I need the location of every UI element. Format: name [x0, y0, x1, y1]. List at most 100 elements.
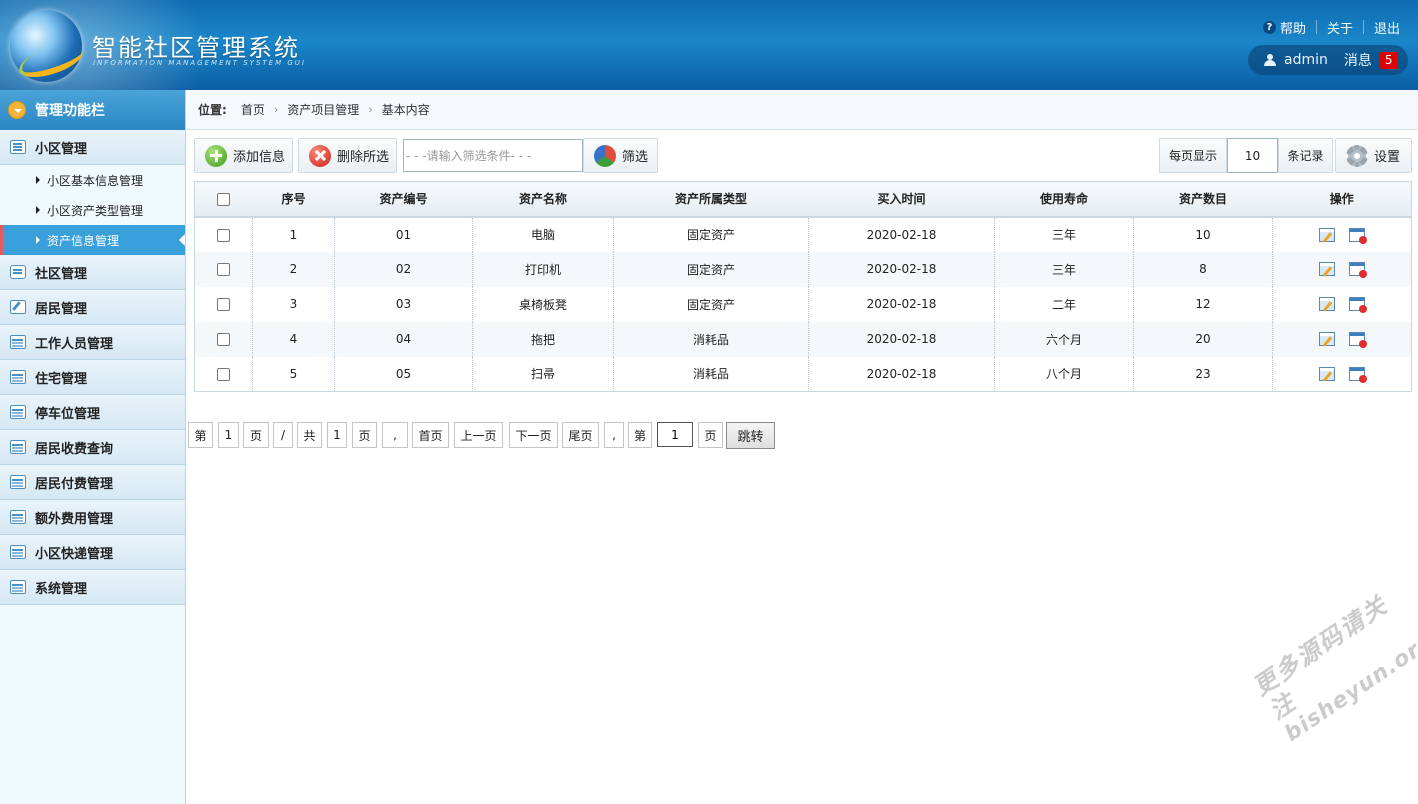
- pager-text: 第: [188, 422, 213, 448]
- row-checkbox[interactable]: [217, 367, 230, 381]
- sidebar-item-express[interactable]: 小区快递管理: [0, 535, 185, 570]
- table-row: 4 04 拖把 消耗品 2020-02-18 六个月 20: [194, 321, 1412, 357]
- first-page-button[interactable]: 首页: [412, 422, 449, 448]
- table-row: 3 03 桌椅板凳 固定资产 2020-02-18 二年 12: [195, 286, 1412, 322]
- row-checkbox[interactable]: [217, 228, 230, 242]
- cell-actions: [1272, 356, 1412, 392]
- row-checkbox[interactable]: [217, 263, 230, 276]
- cell-asset-name: 电脑: [472, 216, 614, 252]
- edit-icon[interactable]: [1319, 332, 1335, 347]
- sidebar-item-parking[interactable]: 停车位管理: [0, 395, 185, 430]
- messages-link[interactable]: 消息: [1344, 50, 1372, 70]
- per-page-label: 每页显示: [1159, 138, 1227, 173]
- chevron-down-icon: [8, 101, 26, 119]
- per-page-input[interactable]: [1227, 138, 1278, 173]
- sidebar-item-residents[interactable]: 居民管理: [0, 290, 185, 325]
- delete-icon[interactable]: [1349, 332, 1367, 349]
- pager-text: 共: [297, 422, 322, 448]
- edit-icon[interactable]: [1319, 227, 1335, 242]
- calendar-icon: [10, 580, 26, 594]
- asset-table: 序号 资产编号 资产名称 资产所属类型 买入时间 使用寿命 资产数目 操作 1 …: [194, 181, 1412, 392]
- cell-lifespan: 八个月: [994, 356, 1134, 392]
- logout-link[interactable]: 退出: [1374, 18, 1400, 37]
- edit-icon[interactable]: [1319, 262, 1335, 277]
- edit-icon[interactable]: [1319, 297, 1335, 312]
- pager-text: ,: [382, 422, 408, 448]
- username[interactable]: admin: [1284, 52, 1328, 68]
- add-info-button[interactable]: 添加信息: [194, 138, 293, 173]
- cell-quantity: 8: [1133, 251, 1273, 287]
- calendar-icon: [10, 475, 26, 489]
- col-header[interactable]: 资产数目: [1133, 181, 1273, 218]
- sidebar-item-fee-query[interactable]: 居民收费查询: [0, 430, 185, 465]
- cell-purchase-date: 2020-02-18: [808, 356, 995, 392]
- sidebar-sub-asset-types[interactable]: 小区资产类型管理: [0, 195, 185, 225]
- sidebar-item-housing[interactable]: 住宅管理: [0, 360, 185, 395]
- pager-current-page: 1: [218, 422, 239, 448]
- help-link[interactable]: ? 帮助: [1262, 18, 1306, 37]
- cell-actions: [1272, 216, 1412, 252]
- edit-icon[interactable]: [1319, 367, 1335, 381]
- sidebar-item-extra-fees[interactable]: 额外费用管理: [0, 500, 185, 535]
- cell-actions: [1272, 286, 1412, 322]
- cell-asset-type: 固定资产: [613, 286, 809, 322]
- chevron-right-icon: ›: [273, 103, 279, 116]
- sidebar-item-staff[interactable]: 工作人员管理: [0, 325, 185, 360]
- next-page-button[interactable]: 下一页: [509, 422, 558, 448]
- filter-input[interactable]: [403, 139, 583, 172]
- sidebar-sub-basic-info[interactable]: 小区基本信息管理: [0, 165, 185, 195]
- delete-icon[interactable]: [1349, 262, 1367, 279]
- cell-asset-type: 固定资产: [613, 216, 809, 252]
- cell-asset-name: 拖把: [472, 321, 614, 357]
- row-checkbox[interactable]: [217, 298, 230, 311]
- cell-quantity: 12: [1133, 286, 1273, 322]
- header-bar: 智能社区管理系统 INFORMATION MANAGEMENT SYSTEM G…: [0, 0, 1418, 90]
- breadcrumb-home[interactable]: 首页: [241, 101, 265, 118]
- col-header[interactable]: 买入时间: [808, 181, 995, 218]
- cell-asset-type: 消耗品: [613, 321, 809, 357]
- jump-button[interactable]: 跳转: [726, 422, 775, 449]
- col-header[interactable]: 资产所属类型: [613, 181, 809, 218]
- delete-icon: [309, 144, 331, 167]
- col-header[interactable]: 资产编号: [334, 181, 473, 218]
- sidebar-item-community[interactable]: 小区管理: [0, 130, 185, 165]
- message-count-badge[interactable]: 5: [1379, 51, 1398, 69]
- row-checkbox[interactable]: [217, 333, 230, 346]
- delete-icon[interactable]: [1349, 367, 1367, 383]
- delete-icon[interactable]: [1349, 297, 1367, 314]
- sidebar-item-system[interactable]: 系统管理: [0, 570, 185, 605]
- delete-selected-button[interactable]: 删除所选: [298, 138, 397, 173]
- select-all-checkbox[interactable]: [217, 192, 231, 206]
- cell-index: 3: [252, 286, 335, 322]
- jump-page-input[interactable]: [657, 422, 693, 447]
- breadcrumb: 位置: 首页 › 资产项目管理 › 基本内容: [187, 90, 1418, 130]
- last-page-button[interactable]: 尾页: [562, 422, 599, 448]
- col-header[interactable]: 资产名称: [472, 181, 614, 218]
- pager-text: 页: [352, 422, 377, 448]
- row-select-cell: [195, 217, 253, 252]
- pager-total-pages: 1: [327, 422, 347, 448]
- user-icon: [1264, 54, 1276, 66]
- calendar-icon: [10, 510, 26, 524]
- cell-quantity: 23: [1133, 356, 1273, 392]
- settings-button[interactable]: 设置: [1335, 138, 1412, 173]
- prev-page-button[interactable]: 上一页: [454, 422, 503, 448]
- cell-asset-code: 02: [334, 251, 473, 287]
- breadcrumb-asset-project[interactable]: 资产项目管理: [287, 101, 359, 118]
- row-select-cell: [195, 357, 253, 392]
- row-select-cell: [194, 251, 253, 287]
- select-all-cell: [194, 181, 253, 218]
- col-header[interactable]: 使用寿命: [994, 181, 1134, 218]
- table-row: 5 05 扫帚 消耗品 2020-02-18 八个月 23: [195, 356, 1412, 392]
- sidebar-item-payment[interactable]: 居民付费管理: [0, 465, 185, 500]
- col-header[interactable]: 序号: [252, 181, 335, 218]
- cell-lifespan: 六个月: [994, 321, 1134, 357]
- filter-button[interactable]: 筛选: [583, 138, 658, 173]
- about-link[interactable]: 关于: [1327, 18, 1353, 37]
- top-links: ? 帮助 关于 退出: [1262, 18, 1400, 37]
- delete-icon[interactable]: [1349, 227, 1367, 244]
- sidebar-item-neighborhood[interactable]: 社区管理: [0, 255, 185, 290]
- app-subtitle: INFORMATION MANAGEMENT SYSTEM GUI: [93, 59, 306, 67]
- sidebar-sub-asset-info[interactable]: 资产信息管理: [0, 225, 185, 255]
- cell-purchase-date: 2020-02-18: [808, 286, 995, 322]
